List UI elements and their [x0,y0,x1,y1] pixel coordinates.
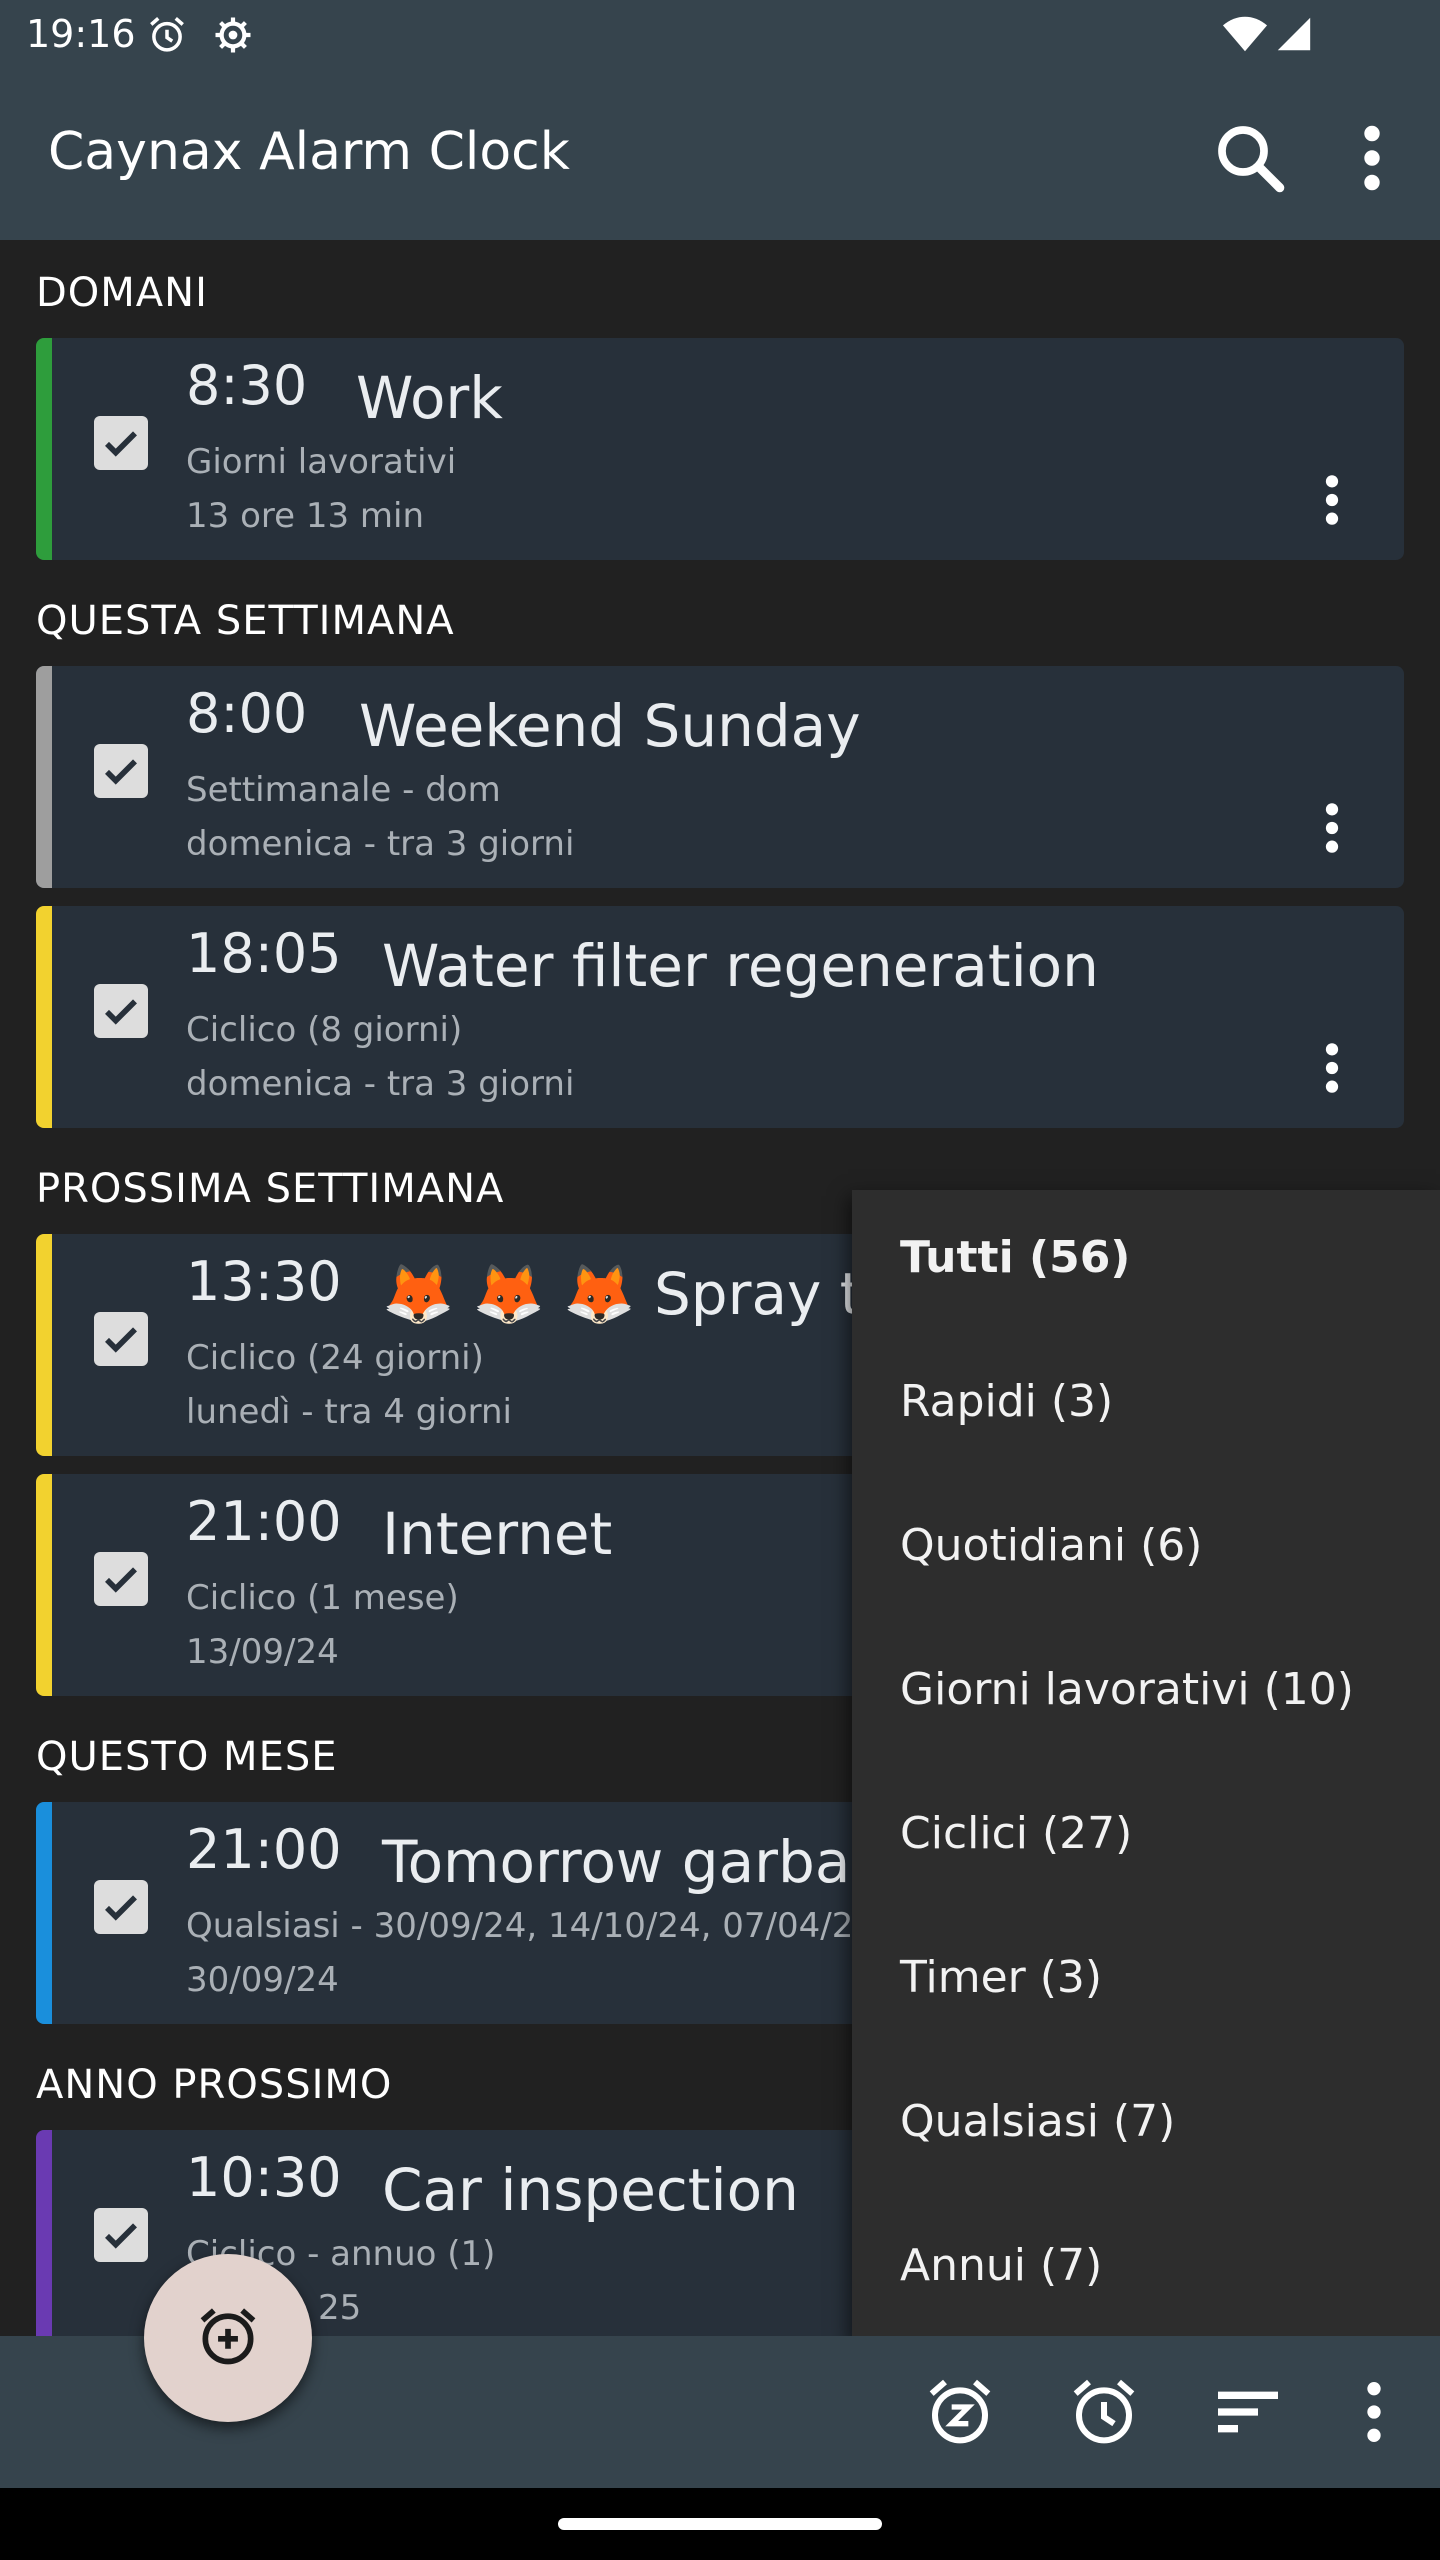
more-vert-icon[interactable] [1334,2372,1414,2452]
alarm-time: 13:30 [186,1250,342,1313]
alarm-time: 21:00 [186,1490,342,1553]
filter-item-yearly[interactable]: Annui (7) [900,2240,1102,2291]
alarm-repeat: Settimanale - dom [186,770,501,810]
alarm-next-time: 25 [318,2288,362,2328]
more-vert-icon [1325,803,1339,853]
filter-item-all[interactable]: Tutti (56) [900,1232,1130,1283]
check-icon [105,759,137,785]
alarm-more-button[interactable] [1308,468,1356,532]
check-icon [105,431,137,457]
section-header: PROSSIMA SETTIMANA [36,1166,505,1212]
filter-item-daily[interactable]: Quotidiani (6) [900,1520,1202,1571]
check-icon [105,1895,137,1921]
home-gesture-handle[interactable] [558,2518,882,2530]
alarm-more-button[interactable] [1308,796,1356,860]
section-header: QUESTO MESE [36,1734,338,1780]
alarm-time: 21:00 [186,1818,342,1881]
alarm-time: 18:05 [186,922,342,985]
check-icon [105,1327,137,1353]
alarm-repeat: Giorni lavorativi [186,442,457,482]
alarm-color-stripe [36,338,52,560]
alarm-repeat: Ciclico (1 mese) [186,1578,459,1618]
alarm-next-time: domenica - tra 3 giorni [186,824,575,864]
alarm-time: 8:00 [186,682,308,745]
status-bar: 19:16 [0,0,1440,72]
filter-dropdown-menu: Tutti (56) Rapidi (3) Quotidiani (6) Gio… [852,1190,1440,2342]
alarm-enabled-checkbox[interactable] [94,416,148,470]
alarm-enabled-checkbox[interactable] [94,1552,148,1606]
alarm-next-time: 30/09/24 [186,1960,339,2000]
sort-icon[interactable] [1208,2372,1288,2452]
alarm-color-stripe [36,2130,52,2336]
alarm-repeat: Ciclico (8 giorni) [186,1010,463,1050]
section-header: ANNO PROSSIMO [36,2062,393,2108]
alarm-icon [150,17,184,52]
search-button[interactable] [1208,116,1292,200]
alarm-name: Internet [382,1500,613,1568]
alarm-color-stripe [36,666,52,888]
app-title: Caynax Alarm Clock [48,122,570,182]
gear-icon [215,17,251,53]
system-nav-bar [0,2488,1440,2560]
filter-item-weekdays[interactable]: Giorni lavorativi (10) [900,1664,1354,1715]
alarm-enabled-checkbox[interactable] [94,984,148,1038]
alarm-next-time: 13 ore 13 min [186,496,425,536]
alarm-repeat: Qualsiasi - 30/09/24, 14/10/24, 07/04/25 [186,1906,875,1946]
alarm-next-time: 13/09/24 [186,1632,339,1672]
alarm-next-time: lunedì - tra 4 giorni [186,1392,512,1432]
filter-item-timer[interactable]: Timer (3) [900,1952,1102,2003]
alarm-time: 8:30 [186,354,308,417]
signal-icon [1277,17,1311,51]
alarm-name: Tomorrow garbage [382,1828,923,1896]
alarm-repeat: Ciclico (24 giorni) [186,1338,484,1378]
alarm-color-stripe [36,1234,52,1456]
alarm-card[interactable]: 18:05 Water filter regeneration Ciclico … [36,906,1404,1128]
more-vert-icon [1325,475,1339,525]
check-icon [105,1567,137,1593]
wifi-icon [1222,16,1268,52]
alarm-next-time: domenica - tra 3 giorni [186,1064,575,1104]
alarm-icon[interactable] [1064,2372,1144,2452]
alarm-more-button[interactable] [1308,1036,1356,1100]
search-icon [1218,126,1285,193]
alarm-card[interactable]: 8:00 Weekend Sunday Settimanale - dom do… [36,666,1404,888]
snooze-alarm-icon[interactable] [920,2372,1000,2452]
alarm-name: Water filter regeneration [382,932,1099,1000]
alarm-card[interactable]: 8:30 Work Giorni lavorativi 13 ore 13 mi… [36,338,1404,560]
status-time: 19:16 [26,12,136,56]
alarm-name: Work [356,364,503,432]
check-icon [105,999,137,1025]
alarm-enabled-checkbox[interactable] [94,744,148,798]
add-alarm-icon [200,2308,256,2365]
more-vert-icon [1325,1043,1339,1093]
alarm-time: 10:30 [186,2146,342,2209]
section-header: QUESTA SETTIMANA [36,598,455,644]
alarm-color-stripe [36,1474,52,1696]
app-bar: Caynax Alarm Clock [0,72,1440,240]
overflow-menu-button[interactable] [1340,116,1404,200]
alarm-color-stripe [36,906,52,1128]
alarm-enabled-checkbox[interactable] [94,2208,148,2262]
alarm-enabled-checkbox[interactable] [94,1312,148,1366]
check-icon [105,2223,137,2249]
alarm-name: Weekend Sunday [359,692,861,760]
alarm-color-stripe [36,1802,52,2024]
filter-item-any[interactable]: Qualsiasi (7) [900,2096,1175,2147]
alarm-enabled-checkbox[interactable] [94,1880,148,1934]
more-vert-icon [1364,125,1380,191]
alarm-name: Car inspection [382,2156,799,2224]
filter-item-cyclic[interactable]: Ciclici (27) [900,1808,1132,1859]
filter-item-quick[interactable]: Rapidi (3) [900,1376,1113,1427]
add-alarm-fab[interactable] [144,2254,312,2422]
section-header: DOMANI [36,270,208,316]
